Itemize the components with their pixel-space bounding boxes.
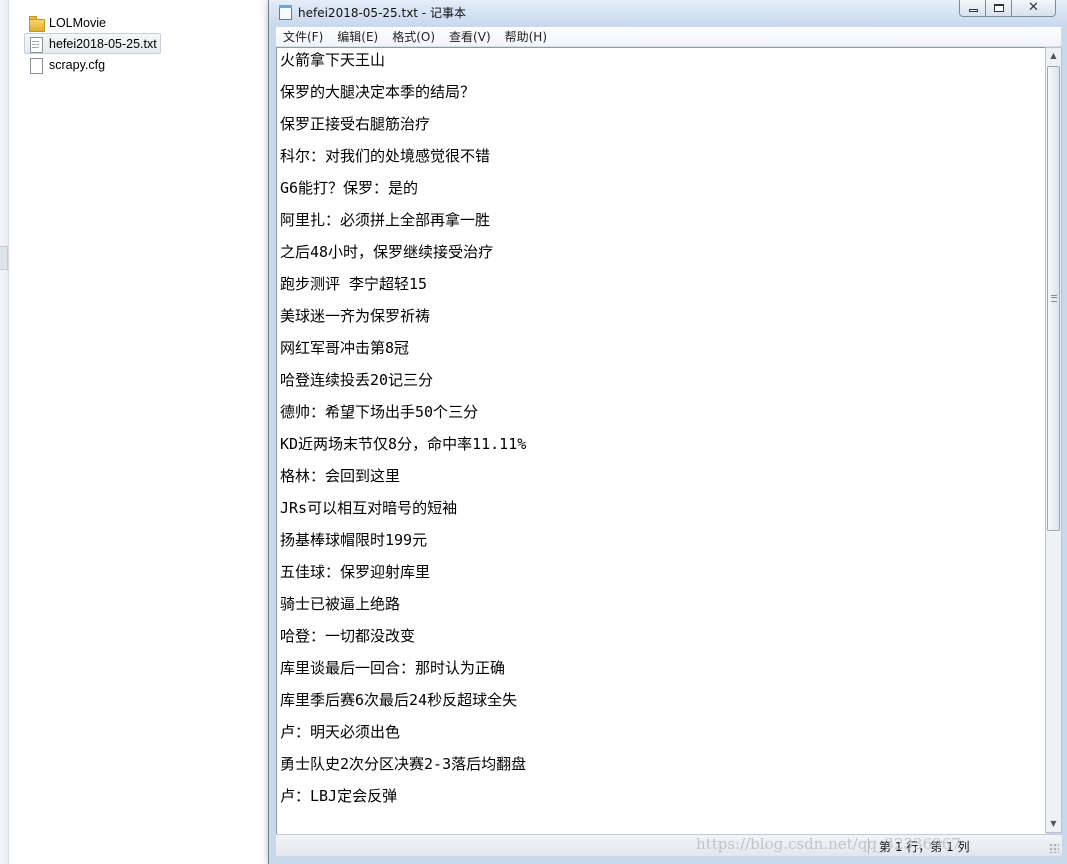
file-item-scrapy-cfg[interactable]: scrapy.cfg <box>24 54 184 75</box>
text-line: 库里季后赛6次最后24秒反超球全失 <box>280 691 518 709</box>
file-item-label: hefei2018-05-25.txt <box>49 36 157 51</box>
window-title: hefei2018-05-25.txt - 记事本 <box>298 6 466 20</box>
menu-bar: 文件(F) 编辑(E) 格式(O) 查看(V) 帮助(H) <box>276 27 1061 47</box>
file-item-label: LOLMovie <box>49 15 106 30</box>
text-line: 格林：会回到这里 <box>280 467 401 485</box>
scroll-thumb[interactable] <box>1047 66 1060 531</box>
window-controls: ✕ <box>959 0 1056 18</box>
explorer-pane: LOLMovie hefei2018-05-25.txt scrapy.cfg <box>0 0 275 864</box>
text-line: 德帅：希望下场出手50个三分 <box>280 403 479 421</box>
text-line: 火箭拿下天王山 <box>280 51 386 69</box>
explorer-nav-edge <box>0 0 9 864</box>
text-line: 美球迷一齐为保罗祈祷 <box>280 307 431 325</box>
text-line: 保罗正接受右腿筋治疗 <box>280 115 431 133</box>
file-item-label: scrapy.cfg <box>49 57 106 72</box>
text-line: 网红军哥冲击第8冠 <box>280 339 410 357</box>
file-item-lolmovie[interactable]: LOLMovie <box>24 12 184 33</box>
status-divider <box>868 838 869 854</box>
file-item-hefei-txt[interactable]: hefei2018-05-25.txt <box>24 33 161 54</box>
minimize-icon <box>969 9 978 12</box>
text-line: 哈登连续投丢20记三分 <box>280 371 434 389</box>
notepad-window: hefei2018-05-25.txt - 记事本 ✕ 文件(F) 编辑(E) … <box>268 0 1067 864</box>
text-line: 扬基棒球帽限时199元 <box>280 531 428 549</box>
cursor-position: 第 1 行，第 1 列 <box>879 840 970 854</box>
vertical-scrollbar[interactable]: ▲ ▼ <box>1045 47 1062 833</box>
close-icon: ✕ <box>1028 0 1039 15</box>
text-line: JRs可以相互对暗号的短袖 <box>280 499 458 517</box>
maximize-button[interactable] <box>986 0 1012 17</box>
text-line: 勇士队史2次分区决赛2-3落后均翻盘 <box>280 755 527 773</box>
file-icon <box>28 57 44 74</box>
minimize-button[interactable] <box>959 0 986 17</box>
scroll-down-arrow-icon[interactable]: ▼ <box>1046 816 1061 832</box>
text-line: 卢：明天必须出色 <box>280 723 401 741</box>
menu-edit[interactable]: 编辑(E) <box>330 28 385 45</box>
resize-grip-icon[interactable] <box>1049 843 1059 853</box>
menu-format[interactable]: 格式(O) <box>385 28 442 45</box>
splitter-handle[interactable] <box>0 246 8 270</box>
text-line: 阿里扎：必须拼上全部再拿一胜 <box>280 211 491 229</box>
text-line: 保罗的大腿决定本季的结局？ <box>280 83 476 101</box>
text-editor[interactable]: 火箭拿下天王山保罗的大腿决定本季的结局？ 保罗正接受右腿筋治疗科尔：对我们的处境感… <box>276 47 1046 835</box>
scroll-up-arrow-icon[interactable]: ▲ <box>1046 48 1061 64</box>
text-content: 火箭拿下天王山保罗的大腿决定本季的结局？ 保罗正接受右腿筋治疗科尔：对我们的处境感… <box>280 50 526 818</box>
maximize-icon <box>994 4 1004 12</box>
close-button[interactable]: ✕ <box>1012 0 1056 17</box>
menu-view[interactable]: 查看(V) <box>442 28 498 45</box>
text-line: 卢：LBJ定会反弹 <box>280 787 398 805</box>
file-list: LOLMovie hefei2018-05-25.txt scrapy.cfg <box>24 12 184 75</box>
text-line: KD近两场末节仅8分，命中率11.11% <box>280 435 527 453</box>
text-file-icon <box>28 36 44 53</box>
title-bar[interactable]: hefei2018-05-25.txt - 记事本 ✕ <box>269 0 1067 25</box>
notepad-icon[interactable] <box>278 4 292 20</box>
text-line: 五佳球：保罗迎射库里 <box>280 563 431 581</box>
menu-file[interactable]: 文件(F) <box>276 28 330 45</box>
text-line: 哈登：一切都没改变 <box>280 627 416 645</box>
menu-help[interactable]: 帮助(H) <box>498 28 554 45</box>
status-bar: 第 1 行，第 1 列 <box>276 834 1062 856</box>
text-line: 之后48小时，保罗继续接受治疗 <box>280 243 494 261</box>
text-line: G6能打？保罗：是的 <box>280 179 419 197</box>
grip-icon <box>1051 295 1057 302</box>
text-line: 跑步测评 李宁超轻15 <box>280 275 428 293</box>
text-line: 骑士已被逼上绝路 <box>280 595 401 613</box>
folder-icon <box>28 15 45 32</box>
text-line: 科尔：对我们的处境感觉很不错 <box>280 147 491 165</box>
text-line: 库里谈最后一回合：那时认为正确 <box>280 659 506 677</box>
